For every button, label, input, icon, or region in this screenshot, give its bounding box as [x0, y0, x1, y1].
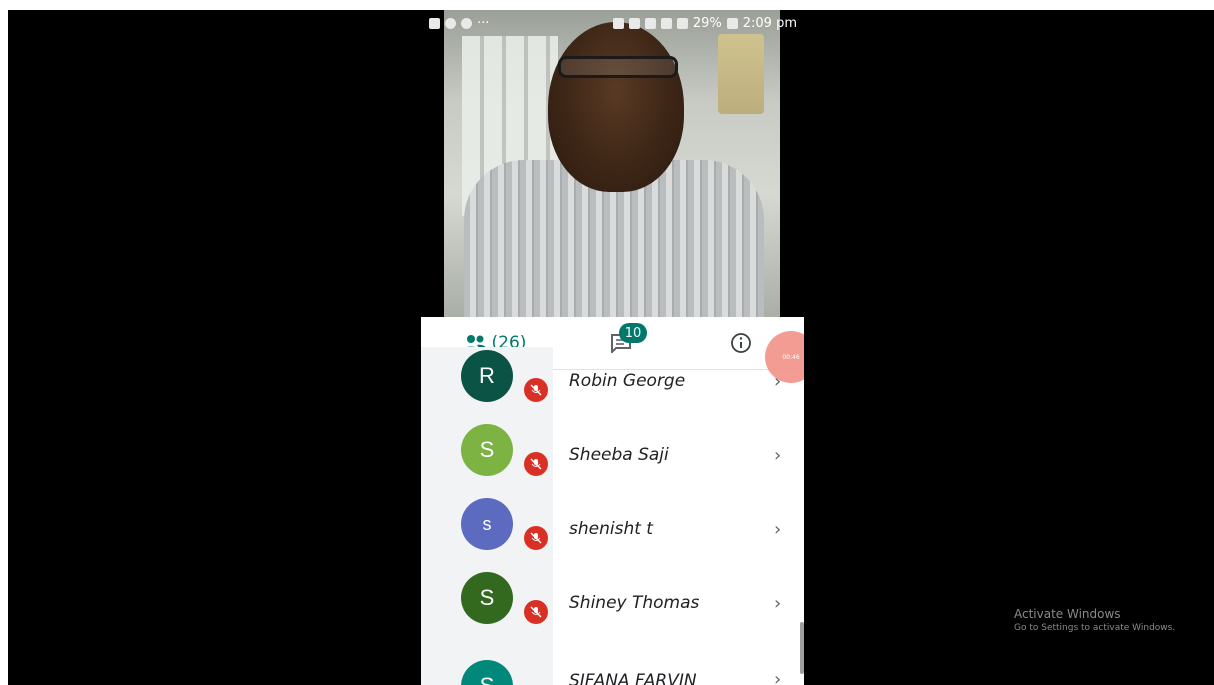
list-item[interactable]: S Shiney Thomas ›	[421, 569, 804, 643]
mute-icon	[644, 17, 656, 29]
status-right-icons: 29% 2:09 pm	[612, 15, 797, 31]
status-left-icons: ···	[429, 16, 489, 31]
participant-name: Shiney Thomas	[569, 593, 700, 613]
background-frame	[718, 34, 764, 114]
participants-panel: (26) 10 00:46 R Robin George › S Sheeba …	[421, 317, 804, 685]
battery-icon	[726, 17, 738, 29]
avatar: s	[461, 498, 513, 550]
chat-count-badge: 10	[619, 323, 647, 343]
mic-off-icon	[524, 600, 548, 624]
avatar: S	[461, 424, 513, 476]
avatar: R	[461, 350, 513, 402]
chevron-right-icon[interactable]: ›	[774, 593, 781, 614]
mic-off-icon	[524, 378, 548, 402]
signal-icon	[676, 17, 688, 29]
screenshot-icon	[612, 17, 624, 29]
chevron-right-icon[interactable]: ›	[774, 371, 781, 392]
participant-name: SIFANA FARVIN	[569, 671, 697, 685]
volte-icon	[660, 17, 672, 29]
list-item[interactable]: s shenisht t ›	[421, 495, 804, 569]
video-feed	[444, 10, 780, 317]
phone-status-bar: ··· 29% 2:09 pm	[423, 12, 803, 34]
mic-off-icon	[524, 452, 548, 476]
mic-off-icon	[524, 526, 548, 550]
chevron-right-icon[interactable]: ›	[774, 669, 781, 685]
list-item[interactable]: S SIFANA FARVIN ›	[421, 643, 804, 685]
list-item[interactable]: R Robin George ›	[421, 347, 804, 421]
windows-activation-watermark: Activate Windows Go to Settings to activ…	[1014, 607, 1175, 633]
list-item[interactable]: S Sheeba Saji ›	[421, 421, 804, 495]
more-indicator: ···	[477, 15, 490, 31]
participant-name: shenisht t	[569, 519, 653, 539]
camera-icon	[429, 17, 440, 29]
participant-name: Robin George	[569, 371, 686, 391]
battery-level: 29%	[692, 15, 722, 31]
sync-icon	[461, 17, 472, 29]
avatar: S	[461, 572, 513, 624]
participant-name: Sheeba Saji	[569, 445, 669, 465]
chevron-right-icon[interactable]: ›	[774, 445, 781, 466]
chevron-right-icon[interactable]: ›	[774, 519, 781, 540]
scrollbar[interactable]	[800, 622, 804, 674]
status-time: 2:09 pm	[742, 15, 797, 31]
watermark-subtitle: Go to Settings to activate Windows.	[1014, 623, 1176, 633]
person-glasses	[558, 56, 678, 78]
location-icon	[445, 17, 456, 29]
watermark-title: Activate Windows	[1014, 607, 1121, 621]
person-head	[548, 22, 684, 192]
cast-icon	[628, 17, 640, 29]
